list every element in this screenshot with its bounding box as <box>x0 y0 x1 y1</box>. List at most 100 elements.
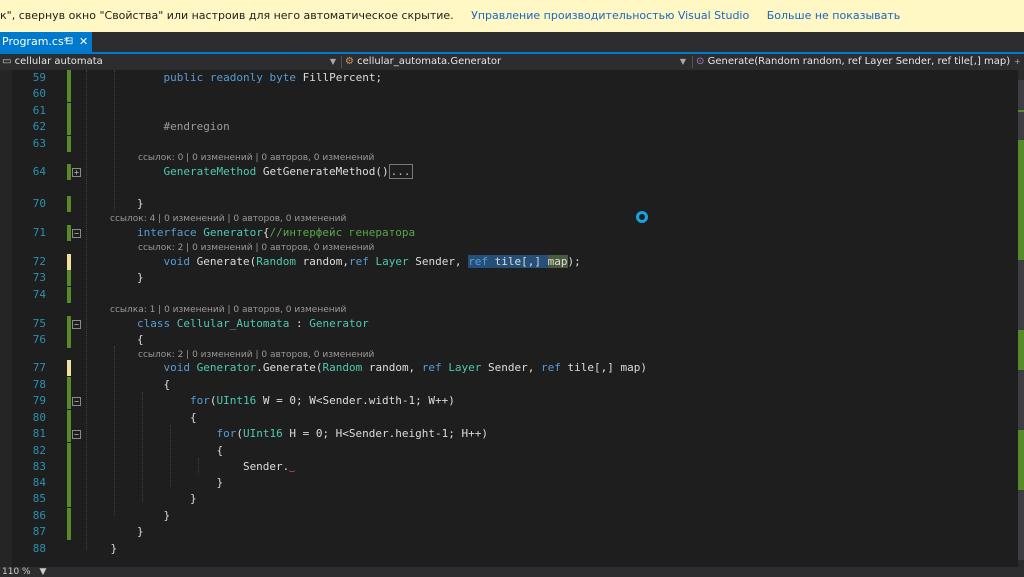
code-token: class <box>136 317 171 330</box>
line-number: 74 <box>32 288 46 301</box>
code-token: } <box>84 525 144 538</box>
line-number: 59 <box>32 71 46 84</box>
expand-icon[interactable]: + <box>72 168 81 177</box>
close-icon[interactable]: ✕ <box>79 32 88 52</box>
code-line[interactable]: 85 } <box>0 491 1018 507</box>
change-marker <box>1018 140 1024 260</box>
code-line[interactable]: 76 { <box>0 332 1018 348</box>
code-line[interactable]: 71 − interface Generator{//интерфейс гене… <box>0 225 1018 241</box>
line-number: 62 <box>32 120 46 133</box>
change-indicator <box>67 491 71 507</box>
code-text: { <box>84 377 170 393</box>
line-number: 83 <box>32 460 46 473</box>
code-line[interactable]: 62 #endregion <box>0 119 1018 135</box>
change-indicator <box>67 332 71 348</box>
member-dropdown[interactable]: ⊙ Generate(Random random, ref Layer Send… <box>696 54 1014 70</box>
code-line[interactable]: 86 } <box>0 508 1018 524</box>
collapse-icon[interactable]: − <box>72 320 81 329</box>
code-line[interactable]: 61 <box>0 103 1018 119</box>
code-token: for <box>189 394 210 407</box>
code-token: Generator <box>196 361 257 374</box>
change-indicator <box>67 103 71 119</box>
code-token: Random <box>322 361 363 374</box>
code-text: for(UInt16 H = 0; H<Sender.height-1; H++… <box>84 426 488 442</box>
code-token: UInt16 <box>216 394 257 407</box>
code-token: } <box>84 271 144 284</box>
change-marker <box>1018 430 1024 490</box>
line-number: 60 <box>32 87 46 100</box>
code-line[interactable]: 79 − for(UInt16 W = 0; W<Sender.width-1; … <box>0 393 1018 409</box>
code-token: { <box>84 411 197 424</box>
code-text: } <box>84 508 170 524</box>
chevron-down-icon: ▼ <box>329 57 336 66</box>
code-line[interactable]: 72 void Generate(Random random,ref Layer… <box>0 254 1018 270</box>
code-line[interactable]: 80 { <box>0 410 1018 426</box>
code-line[interactable]: 84 } <box>0 475 1018 491</box>
line-number: 85 <box>32 492 46 505</box>
manage-performance-link[interactable]: Управление производительностью Visual St… <box>471 0 749 32</box>
code-line[interactable]: 64 + GenerateMethod GetGenerateMethod()..… <box>0 164 1018 180</box>
line-number: 63 <box>32 137 46 150</box>
code-line[interactable]: 78 { <box>0 377 1018 393</box>
code-token: ref <box>468 255 489 268</box>
code-line[interactable]: 83 Sender.‿ <box>0 459 1018 475</box>
code-line[interactable]: 59 public readonly byte FillPercent; <box>0 70 1018 86</box>
collapse-icon[interactable]: − <box>72 397 81 406</box>
code-text: } <box>84 541 117 557</box>
chevron-down-icon: ▼ <box>679 57 686 66</box>
vertical-scrollbar[interactable] <box>1018 70 1024 567</box>
nav-divider <box>692 56 693 68</box>
codelens-info[interactable]: ссылок: 0 | 0 изменений | 0 авторов, 0 и… <box>138 152 374 165</box>
line-number: 64 <box>32 165 46 178</box>
code-line[interactable]: 74 <box>0 287 1018 303</box>
code-token: readonly <box>209 71 263 84</box>
code-token: random, <box>295 255 349 268</box>
tab-program-cs[interactable]: Program.cs* ⊟ ✕ <box>0 32 92 52</box>
code-line[interactable]: 63 <box>0 136 1018 152</box>
collapse-icon[interactable]: − <box>72 430 81 439</box>
code-token: tile[,] map) <box>560 361 648 374</box>
code-line[interactable]: 88 } <box>0 541 1018 557</box>
code-text: } <box>84 491 197 507</box>
code-token: } <box>84 492 197 505</box>
codelens-info[interactable]: ссылок: 2 | 0 изменений | 0 авторов, 0 и… <box>138 349 374 362</box>
type-dropdown[interactable]: ⚙ cellular_automata.Generator ▼ <box>345 54 690 70</box>
pin-icon[interactable]: ⊟ <box>65 32 73 52</box>
collapse-icon[interactable]: − <box>72 229 81 238</box>
loading-spinner-icon <box>636 211 648 223</box>
project-dropdown[interactable]: ▭ cellular automata ▼ <box>0 54 340 70</box>
code-token: UInt16 <box>242 427 283 440</box>
zoom-dropdown-icon[interactable]: ▼ <box>39 567 46 577</box>
split-icon[interactable]: + <box>1014 54 1021 70</box>
line-number: 87 <box>32 525 46 538</box>
code-line[interactable]: 77 void Generator.Generate(Random random… <box>0 360 1018 376</box>
change-indicator <box>67 136 71 152</box>
code-token: Sender, <box>408 255 469 268</box>
code-line[interactable]: 60 <box>0 86 1018 102</box>
zoom-level[interactable]: 110 % <box>2 567 31 577</box>
codelens-info[interactable]: ссылок: 4 | 0 изменений | 0 авторов, 0 и… <box>110 213 346 226</box>
code-editor[interactable]: 59 public readonly byte FillPercent; 60 61… <box>0 70 1018 567</box>
collapsed-region[interactable]: ... <box>388 164 413 179</box>
codelens-info[interactable]: ссылка: 1 | 0 изменений | 0 авторов, 0 и… <box>110 304 346 317</box>
code-line[interactable]: 73 } <box>0 270 1018 286</box>
code-line[interactable]: 70 } <box>0 196 1018 212</box>
code-token: ref <box>348 255 369 268</box>
code-line[interactable]: 82 { <box>0 443 1018 459</box>
code-token: Generate( <box>189 255 257 268</box>
code-line[interactable]: 75 − class Cellular_Automata : Generator <box>0 316 1018 332</box>
line-number: 81 <box>32 427 46 440</box>
dont-show-again-link[interactable]: Больше не показывать <box>767 0 901 32</box>
line-number: 82 <box>32 444 46 457</box>
change-indicator <box>67 225 71 241</box>
codelens-info[interactable]: ссылок: 2 | 0 изменений | 0 авторов, 0 и… <box>138 242 374 255</box>
code-text: public readonly byte FillPercent; <box>84 70 382 86</box>
nav-divider <box>341 56 342 68</box>
code-line[interactable]: 81 − for(UInt16 H = 0; H<Sender.height-1;… <box>0 426 1018 442</box>
code-line[interactable]: 87 } <box>0 524 1018 540</box>
